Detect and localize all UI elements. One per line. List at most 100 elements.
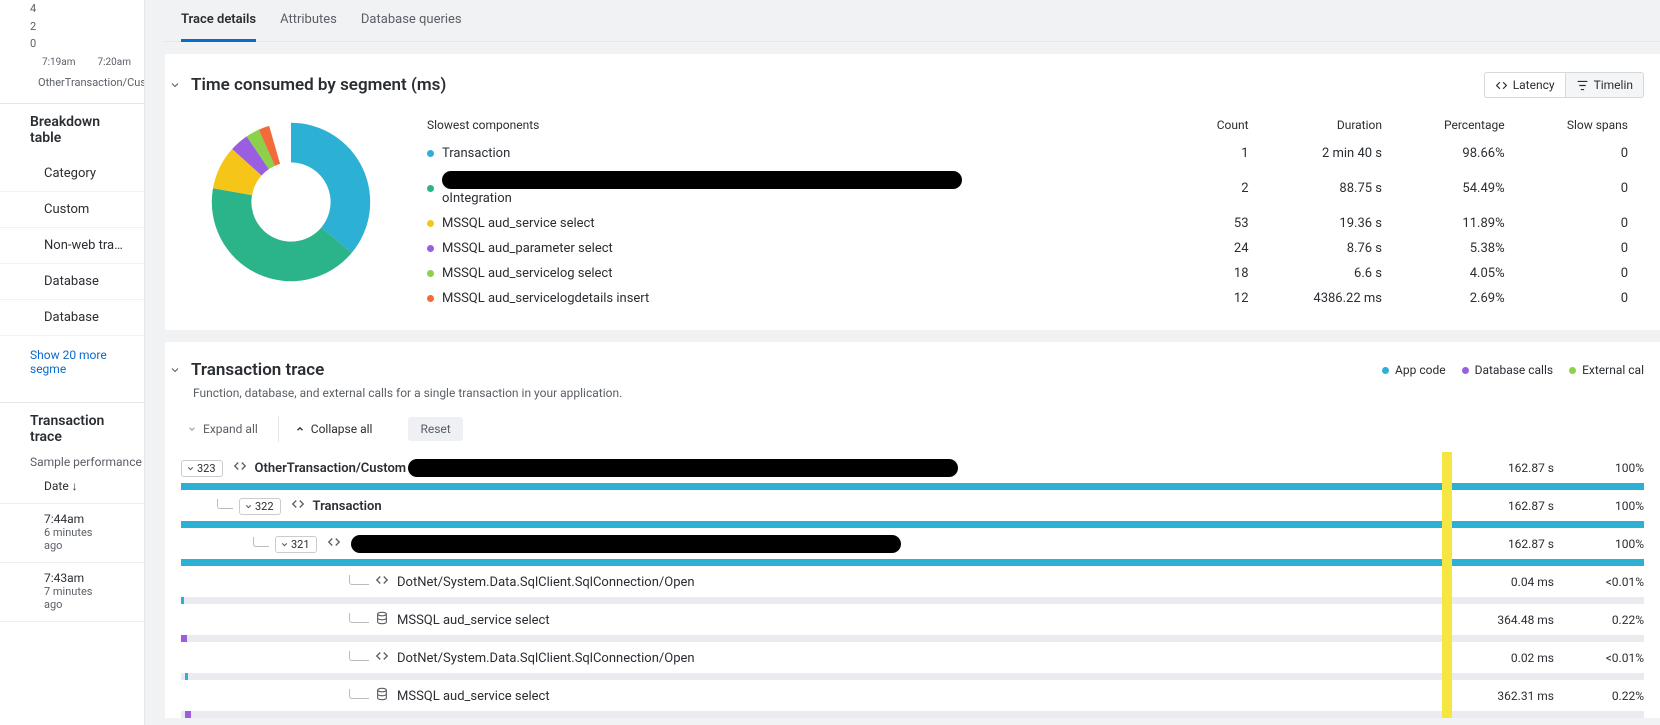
table-row[interactable]: MSSQL aud_parameter select 24 8.76 s 5.3…: [413, 237, 1642, 260]
date-row[interactable]: 7:44am 6 minutes ago: [0, 504, 144, 563]
component-percent: 11.89%: [1398, 212, 1519, 235]
database-icon: [375, 611, 389, 625]
redacted-text: [351, 535, 901, 553]
table-row[interactable]: oIntegration 2 88.75 s 54.49% 0: [413, 167, 1642, 210]
table-row[interactable]: Transaction 1 2 min 40 s 98.66% 0: [413, 142, 1642, 165]
component-slow: 0: [1521, 142, 1642, 165]
trace-label: DotNet/System.Data.SqlClient.SqlConnecti…: [397, 575, 695, 590]
tab-db-queries[interactable]: Database queries: [361, 0, 462, 41]
col-duration: Duration: [1265, 114, 1396, 140]
legend-dot-icon: [427, 220, 434, 227]
component-count: 2: [1181, 167, 1262, 210]
legend-dot-icon: [427, 150, 434, 157]
component-count: 12: [1181, 287, 1262, 310]
chevron-down-icon: [186, 464, 195, 473]
trace-duration: 162.87 s: [1454, 461, 1554, 475]
trace-row[interactable]: 322Transaction162.87 s100%: [165, 490, 1660, 528]
trace-row[interactable]: 323OtherTransaction/Custom162.87 s100%: [165, 452, 1660, 490]
component-name: MSSQL aud_parameter select: [442, 241, 613, 256]
code-icon: [233, 459, 247, 473]
component-percent: 5.38%: [1398, 237, 1519, 260]
collapse-all-button[interactable]: Collapse all: [278, 416, 385, 442]
legend-label: Database calls: [1475, 363, 1554, 377]
expand-toggle[interactable]: 322: [239, 498, 281, 515]
sidebar-item-nonweb[interactable]: Non-web trans…: [0, 228, 144, 264]
date-row[interactable]: 7:43am 7 minutes ago: [0, 563, 144, 622]
section-trace-title: Transaction trace: [191, 360, 324, 380]
col-percentage: Percentage: [1398, 114, 1519, 140]
trace-bar: [181, 635, 1644, 642]
code-icon: [375, 649, 389, 663]
component-count: 24: [1181, 237, 1262, 260]
sidebar-item-database2[interactable]: Database: [0, 300, 144, 336]
chevron-down-icon[interactable]: [169, 364, 181, 376]
trace-bar: [181, 483, 1644, 490]
component-slow: 0: [1521, 262, 1642, 285]
components-table: Slowest components Count Duration Percen…: [411, 112, 1644, 312]
trace-row[interactable]: DotNet/System.Data.SqlClient.SqlConnecti…: [165, 642, 1660, 680]
database-icon: [375, 687, 389, 701]
chevron-down-icon: [244, 502, 253, 511]
chevron-down-icon: [187, 424, 197, 434]
trace-side-title: Transaction trace: [0, 402, 144, 455]
trace-panel: Transaction trace App code Database calls…: [165, 342, 1660, 718]
trace-row[interactable]: MSSQL aud_service select362.31 ms0.22%: [165, 680, 1660, 718]
chevron-down-icon[interactable]: [169, 79, 181, 91]
component-slow: 0: [1521, 237, 1642, 260]
trace-duration: 0.02 ms: [1454, 651, 1554, 665]
donut-chart: [201, 112, 381, 292]
trace-label: OtherTransaction/Custom: [255, 461, 407, 476]
sidebar: 4 2 0 7:19am 7:20am OtherTransaction/Cus…: [0, 0, 145, 725]
trace-percent: <0.01%: [1554, 575, 1644, 589]
component-name: oIntegration: [442, 171, 962, 206]
component-slow: 0: [1521, 167, 1642, 210]
table-row[interactable]: MSSQL aud_servicelogdetails insert 12 43…: [413, 287, 1642, 310]
expand-all-button[interactable]: Expand all: [175, 416, 270, 442]
sidebar-item-database[interactable]: Database: [0, 264, 144, 300]
latency-button[interactable]: Latency: [1484, 72, 1566, 98]
expand-toggle[interactable]: 323: [181, 460, 223, 477]
legend-item: App code: [1382, 363, 1446, 377]
date-header[interactable]: Date ↓: [0, 469, 144, 504]
tab-attributes[interactable]: Attributes: [280, 0, 337, 41]
trace-label: Transaction: [313, 499, 382, 514]
sidebar-item-custom[interactable]: Custom: [0, 192, 144, 228]
component-duration: 8.76 s: [1265, 237, 1396, 260]
expand-toggle[interactable]: 321: [275, 536, 317, 553]
chart-y-tick: 0: [0, 35, 144, 53]
trace-percent: 100%: [1554, 537, 1644, 551]
sidebar-item-category[interactable]: Category: [0, 156, 144, 192]
component-name: MSSQL aud_service select: [442, 216, 595, 231]
legend-item: Database calls: [1462, 363, 1554, 377]
component-count: 18: [1181, 262, 1262, 285]
legend-label: External cal: [1582, 363, 1644, 377]
legend-dot-icon: [427, 245, 434, 252]
table-row[interactable]: MSSQL aud_servicelog select 18 6.6 s 4.0…: [413, 262, 1642, 285]
chevron-down-icon: [280, 540, 289, 549]
component-slow: 0: [1521, 287, 1642, 310]
trace-duration: 0.04 ms: [1454, 575, 1554, 589]
collapse-all-label: Collapse all: [311, 422, 373, 436]
component-name: MSSQL aud_servicelogdetails insert: [442, 291, 649, 306]
chart-x-tick: 7:19am: [42, 57, 76, 68]
trace-bar: [181, 673, 1644, 680]
reset-button[interactable]: Reset: [408, 417, 462, 441]
legend-dot-icon: [1462, 367, 1469, 374]
component-duration: 88.75 s: [1265, 167, 1396, 210]
main: Trace details Attributes Database querie…: [145, 0, 1660, 725]
trace-row[interactable]: MSSQL aud_service select364.48 ms0.22%: [165, 604, 1660, 642]
legend-item: OtherTransaction/Cus: [0, 68, 144, 89]
section-time-title: Time consumed by segment (ms): [191, 75, 446, 95]
trace-row[interactable]: 321162.87 s100%: [165, 528, 1660, 566]
trace-row[interactable]: DotNet/System.Data.SqlClient.SqlConnecti…: [165, 566, 1660, 604]
show-more-segments[interactable]: Show 20 more segme: [0, 336, 144, 388]
date-ago: 7 minutes ago: [44, 585, 100, 611]
legend-dot-icon: [427, 185, 434, 192]
component-name: MSSQL aud_servicelog select: [442, 266, 613, 281]
date-time: 7:44am: [44, 512, 100, 526]
timeline-button[interactable]: Timelin: [1565, 72, 1644, 98]
component-duration: 4386.22 ms: [1265, 287, 1396, 310]
trace-legend: App code Database calls External cal: [1382, 363, 1644, 377]
table-row[interactable]: MSSQL aud_service select 53 19.36 s 11.8…: [413, 212, 1642, 235]
tab-trace-details[interactable]: Trace details: [181, 0, 256, 42]
